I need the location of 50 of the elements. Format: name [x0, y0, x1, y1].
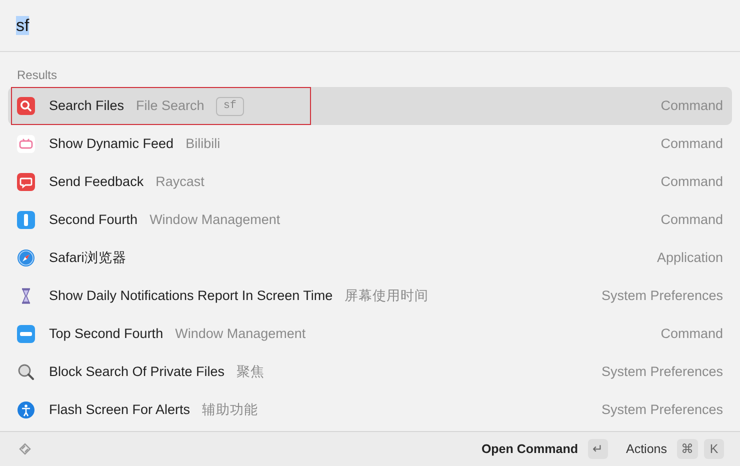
result-type: Command	[660, 172, 723, 191]
result-title: Show Dynamic Feed	[49, 134, 174, 153]
search-icon	[17, 97, 35, 115]
result-subtitle: Raycast	[156, 172, 204, 191]
result-type: Application	[656, 248, 723, 267]
accessibility-icon	[17, 401, 35, 419]
result-title: Flash Screen For Alerts	[49, 400, 190, 419]
result-subtitle: 聚焦	[236, 362, 265, 381]
result-subtitle: File Search	[136, 96, 204, 115]
speech-bubble-icon	[17, 173, 35, 191]
compass-icon	[17, 249, 35, 267]
result-type: Command	[660, 134, 723, 153]
window-icon	[17, 211, 35, 229]
key-cap: K	[704, 439, 724, 459]
result-row[interactable]: Flash Screen For Alerts 辅助功能 System Preferences	[8, 391, 732, 429]
result-row[interactable]: Send Feedback Raycast Command	[8, 163, 732, 201]
result-subtitle: Window Management	[175, 324, 306, 343]
result-row[interactable]: Show Dynamic Feed Bilibili Command	[8, 125, 732, 163]
result-subtitle: 辅助功能	[202, 400, 258, 419]
result-type: System Preferences	[601, 400, 723, 419]
actions-button[interactable]: Actions	[622, 440, 671, 458]
result-row[interactable]: Block Search Of Private Files 聚焦 System Preferences	[8, 353, 732, 391]
result-row[interactable]: Search Files File Search sf Command	[8, 87, 732, 125]
result-title: Show Daily Notifications Report In Screen Time	[49, 286, 333, 305]
alias-badge: sf	[216, 96, 244, 116]
result-type: Command	[660, 210, 723, 229]
result-row[interactable]: Safari浏览器 Application	[8, 239, 732, 277]
result-title: Block Search Of Private Files	[49, 362, 225, 381]
result-title: Safari浏览器	[49, 248, 126, 267]
result-subtitle: Window Management	[150, 210, 280, 229]
result-title: Second Fourth	[49, 210, 138, 229]
result-type: Command	[660, 324, 723, 343]
result-title: Send Feedback	[49, 172, 144, 191]
tv-icon	[17, 135, 35, 153]
result-row[interactable]: Top Second Fourth Window Management Command	[8, 315, 732, 353]
search-icon	[17, 363, 35, 381]
result-subtitle: Bilibili	[186, 134, 220, 153]
result-subtitle: 屏幕使用时间	[344, 286, 429, 305]
result-type: System Preferences	[601, 362, 723, 381]
result-title: Search Files	[49, 96, 124, 115]
key-cap: ⌘	[677, 439, 698, 459]
key-cap: ↵	[588, 439, 608, 459]
result-row[interactable]: Show Daily Notifications Report In Screen Time 屏幕使用时间 System Preferences	[8, 277, 732, 315]
window-icon	[17, 325, 35, 343]
result-type: Command	[660, 96, 723, 115]
open-command-button[interactable]: Open Command	[477, 440, 582, 458]
section-title: Results	[16, 67, 58, 84]
result-type: System Preferences	[601, 286, 723, 305]
result-row[interactable]: Second Fourth Window Management Command	[8, 201, 732, 239]
result-title: Top Second Fourth	[49, 324, 164, 343]
